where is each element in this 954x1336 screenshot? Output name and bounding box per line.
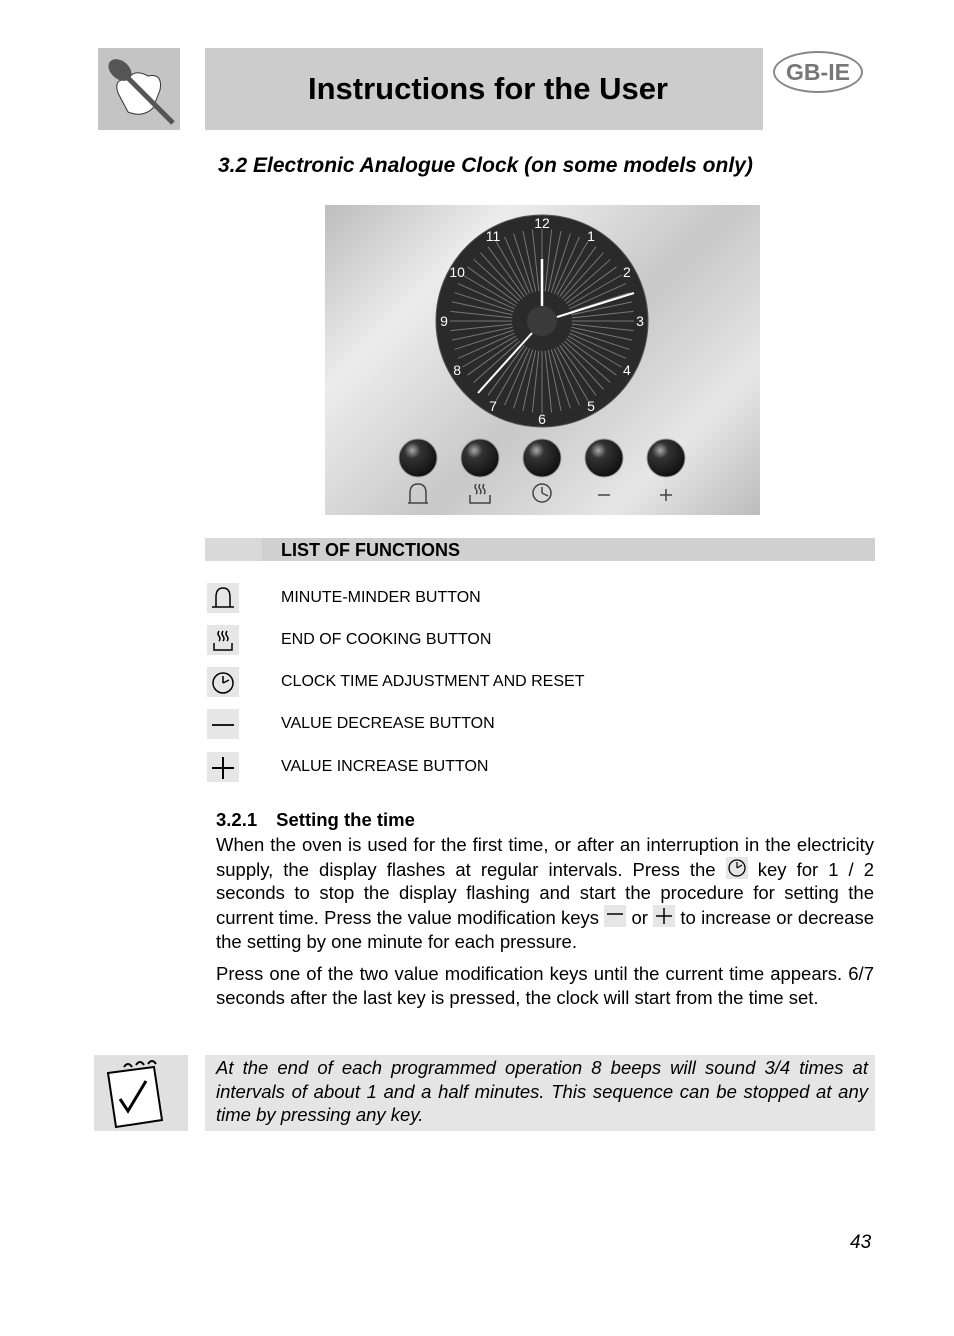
end-cooking-icon bbox=[207, 625, 239, 655]
country-badge: GB-IE bbox=[773, 51, 863, 93]
page-number: 43 bbox=[850, 1232, 872, 1253]
function-label: VALUE DECREASE BUTTON bbox=[281, 715, 495, 732]
function-label: END OF COOKING BUTTON bbox=[281, 631, 492, 648]
function-item: VALUE DECREASE BUTTON bbox=[205, 709, 875, 741]
functions-header: LIST OF FUNCTIONS bbox=[205, 538, 875, 561]
function-item: MINUTE-MINDER BUTTON bbox=[205, 583, 875, 615]
plus-icon bbox=[660, 489, 672, 501]
clock-number: 9 bbox=[440, 313, 448, 329]
clock-number: 8 bbox=[453, 362, 461, 378]
end-of-cooking-button bbox=[460, 438, 500, 478]
clock-number: 3 bbox=[636, 313, 644, 329]
clock-number: 12 bbox=[534, 215, 550, 231]
clock-center bbox=[527, 306, 557, 336]
minute-minder-icon bbox=[408, 483, 428, 504]
setting-paragraph-2: Press one of the two value modification … bbox=[216, 963, 874, 1008]
minus-icon bbox=[207, 709, 239, 739]
text: or bbox=[631, 907, 648, 929]
plus-button bbox=[646, 438, 686, 478]
chef-logo bbox=[98, 48, 180, 130]
clock-number: 11 bbox=[486, 228, 501, 244]
bell-icon bbox=[207, 583, 239, 613]
functions-heading: LIST OF FUNCTIONS bbox=[281, 540, 460, 560]
clock-number: 10 bbox=[449, 264, 465, 280]
note-text: At the end of each programmed operation … bbox=[216, 1057, 868, 1125]
clock-button bbox=[522, 438, 562, 478]
clock-icon bbox=[725, 856, 748, 879]
title-bar: Instructions for the User bbox=[205, 48, 763, 130]
function-label: MINUTE-MINDER BUTTON bbox=[281, 589, 481, 606]
function-label: VALUE INCREASE BUTTON bbox=[281, 758, 489, 775]
chef-hat-spoon-icon bbox=[108, 59, 175, 125]
clock-number: 7 bbox=[489, 398, 497, 414]
clock-number: 4 bbox=[623, 362, 631, 378]
clock-number: 6 bbox=[538, 411, 546, 427]
page-title: Instructions for the User bbox=[308, 71, 668, 106]
function-label: CLOCK TIME ADJUSTMENT AND RESET bbox=[281, 673, 585, 690]
clock-number: 5 bbox=[587, 398, 595, 414]
subsection-title: Setting the time bbox=[276, 809, 415, 830]
clock-number: 2 bbox=[623, 264, 631, 280]
note-icon bbox=[94, 1055, 188, 1131]
clock-icon bbox=[532, 483, 552, 503]
clock-panel-image: 12 1 2 3 4 5 6 7 8 9 10 11 bbox=[325, 205, 760, 515]
end-of-cooking-icon bbox=[469, 483, 491, 504]
page: Instructions for the User GB-IE 3.2 Elec… bbox=[0, 0, 954, 1336]
minus-button bbox=[584, 438, 624, 478]
analogue-clock: 121234567891011 bbox=[398, 214, 686, 504]
note-box: At the end of each programmed operation … bbox=[205, 1055, 875, 1131]
section-title: 3.2 Electronic Analogue Clock (on some m… bbox=[218, 154, 753, 177]
subsection-heading: 3.2.1 Setting the time bbox=[216, 809, 415, 831]
minus-icon bbox=[604, 905, 627, 928]
plus-icon bbox=[207, 752, 239, 782]
function-item: END OF COOKING BUTTON bbox=[205, 625, 875, 657]
clock-icon bbox=[207, 667, 239, 697]
function-item: CLOCK TIME ADJUSTMENT AND RESET bbox=[205, 667, 875, 699]
function-item: VALUE INCREASE BUTTON bbox=[205, 752, 875, 784]
plus-icon bbox=[653, 905, 676, 928]
clock-number: 1 bbox=[587, 228, 595, 244]
minute-minder-button bbox=[398, 438, 438, 478]
subsection-number: 3.2.1 bbox=[216, 809, 258, 830]
setting-paragraph-1: When the oven is used for the first time… bbox=[216, 833, 874, 954]
